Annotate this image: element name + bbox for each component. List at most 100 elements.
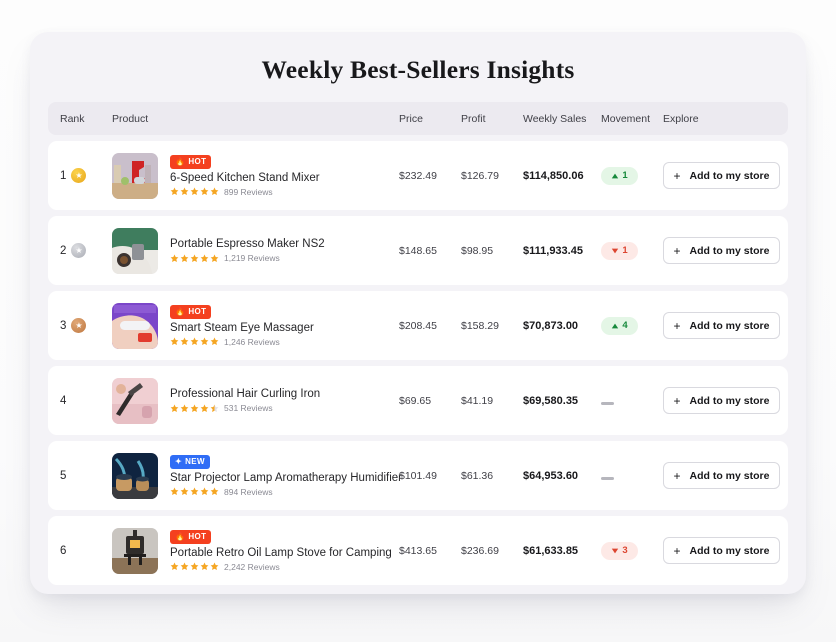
- price-value: $101.49: [399, 469, 437, 482]
- triangle-down-icon: [611, 547, 619, 555]
- triangle-up-icon: [611, 322, 619, 330]
- review-count: 1,219 Reviews: [224, 253, 280, 263]
- product-thumbnail[interactable]: [112, 377, 158, 424]
- product-thumbnail[interactable]: [112, 302, 158, 349]
- product-name[interactable]: Portable Retro Oil Lamp Stove for Campin…: [170, 547, 392, 559]
- price-value: $208.45: [399, 319, 437, 332]
- rank-number: 2: [60, 244, 67, 257]
- star-icon: [170, 487, 179, 496]
- star-icon: [190, 337, 199, 346]
- new-badge: ✦ NEW: [170, 454, 210, 469]
- new-badge-label: NEW: [185, 457, 205, 466]
- page-root: Weekly Best-Sellers Insights Rank Produc…: [0, 0, 836, 642]
- star-icon: [200, 404, 209, 413]
- table-body: 1 ★ 🔥 HOT 6-Speed Kitchen Stand Mixer 899 Rev…: [48, 141, 788, 585]
- star-icon: [200, 254, 209, 263]
- add-to-my-store-button[interactable]: + Add to my store: [663, 387, 780, 414]
- add-to-my-store-button[interactable]: + Add to my store: [663, 537, 780, 564]
- price-value: $413.65: [399, 544, 437, 557]
- add-to-my-store-label: Add to my store: [689, 319, 770, 332]
- hot-badge: 🔥 HOT: [170, 154, 212, 169]
- star-rating: [170, 337, 219, 346]
- movement-pill-down: 1: [601, 241, 638, 260]
- movement-cell: 1: [601, 166, 663, 185]
- price-value: $148.65: [399, 244, 437, 257]
- star-rating: [170, 562, 219, 571]
- movement-pill-up: 1: [601, 166, 638, 185]
- star-icon: [210, 562, 219, 571]
- add-to-my-store-button[interactable]: + Add to my store: [663, 162, 780, 189]
- explore-cell: + Add to my store: [663, 462, 780, 489]
- product-thumbnail[interactable]: [112, 227, 158, 274]
- star-icon: [170, 404, 179, 413]
- hot-badge-label: HOT: [188, 307, 207, 316]
- star-rating: [170, 487, 219, 496]
- explore-cell: + Add to my store: [663, 237, 780, 264]
- product-thumbnail[interactable]: [112, 452, 158, 499]
- rank-number: 5: [60, 469, 67, 482]
- rank-number: 1: [60, 169, 67, 182]
- weekly-sales-value: $69,580.35: [523, 394, 579, 407]
- movement-cell: 3: [601, 541, 663, 560]
- page-title: Weekly Best-Sellers Insights: [261, 55, 575, 84]
- profit-value: $41.19: [461, 394, 494, 407]
- add-to-my-store-label: Add to my store: [689, 244, 770, 257]
- hot-badge: 🔥 HOT: [170, 304, 212, 319]
- star-icon: [180, 254, 189, 263]
- column-header-rank: Rank: [60, 112, 85, 125]
- price-value: $232.49: [399, 169, 437, 182]
- movement-value: 1: [622, 245, 628, 256]
- explore-cell: + Add to my store: [663, 312, 780, 339]
- sparkle-icon: ✦: [175, 456, 183, 466]
- profit-value: $61.36: [461, 469, 494, 482]
- product-name[interactable]: Professional Hair Curling Iron: [170, 388, 320, 400]
- star-icon: [170, 562, 179, 571]
- flame-icon: 🔥: [175, 531, 186, 541]
- star-icon: [210, 337, 219, 346]
- rank-cell: 3 ★: [60, 318, 112, 333]
- star-icon: [190, 404, 199, 413]
- flame-icon: 🔥: [175, 156, 186, 166]
- star-icon: [200, 487, 209, 496]
- product-cell: 🔥 HOT 6-Speed Kitchen Stand Mixer 899 Revie…: [112, 152, 399, 199]
- star-rating: [170, 254, 219, 263]
- plus-icon: +: [673, 543, 681, 558]
- rank-number: 3: [60, 319, 67, 332]
- product-name[interactable]: Smart Steam Eye Massager: [170, 322, 314, 334]
- movement-cell: 4: [601, 316, 663, 335]
- add-to-my-store-button[interactable]: + Add to my store: [663, 312, 780, 339]
- movement-flat-icon: [601, 477, 614, 480]
- column-header-product: Product: [112, 112, 149, 125]
- weekly-sales-value: $111,933.45: [523, 244, 583, 257]
- weekly-sales-value: $114,850.06: [523, 169, 584, 182]
- add-to-my-store-label: Add to my store: [689, 394, 770, 407]
- plus-icon: +: [673, 393, 681, 408]
- table-header-row: Rank Product Price Profit Weekly Sales M…: [48, 102, 788, 135]
- explore-cell: + Add to my store: [663, 162, 780, 189]
- plus-icon: +: [673, 468, 681, 483]
- weekly-sales-value: $70,873.00: [523, 319, 579, 332]
- add-to-my-store-button[interactable]: + Add to my store: [663, 237, 780, 264]
- hot-badge-label: HOT: [188, 532, 207, 541]
- movement-cell: [601, 467, 663, 485]
- product-thumbnail[interactable]: [112, 152, 158, 199]
- product-name[interactable]: Portable Espresso Maker NS2: [170, 238, 325, 250]
- review-count: 1,246 Reviews: [224, 336, 280, 347]
- rank-number: 4: [60, 394, 67, 407]
- medal-gold-icon: ★: [71, 168, 87, 183]
- rank-cell: 5: [60, 470, 112, 482]
- profit-value: $126.79: [461, 169, 499, 182]
- star-icon: [190, 187, 199, 196]
- product-thumbnail[interactable]: [112, 527, 158, 574]
- product-name[interactable]: 6-Speed Kitchen Stand Mixer: [170, 172, 320, 184]
- add-to-my-store-button[interactable]: + Add to my store: [663, 462, 780, 489]
- star-icon: [190, 487, 199, 496]
- product-name[interactable]: Star Projector Lamp Aromatherapy Humidif…: [170, 472, 402, 484]
- rank-cell: 6: [60, 545, 112, 557]
- star-icon: [190, 562, 199, 571]
- product-cell: ✦ NEW Star Projector Lamp Aromatherapy Hum…: [112, 452, 402, 499]
- hot-badge: 🔥 HOT: [170, 529, 212, 544]
- add-to-my-store-label: Add to my store: [689, 169, 770, 182]
- movement-value: 1: [622, 170, 628, 181]
- price-value: $69.65: [399, 394, 432, 407]
